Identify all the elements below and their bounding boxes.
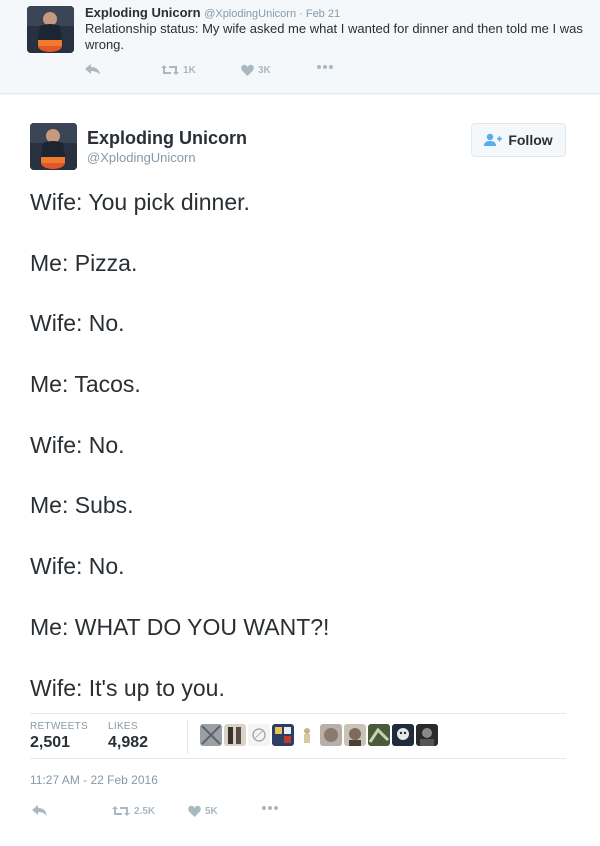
tweet-body: Wife: You pick dinner. Me: Pizza. Wife: … [30,187,575,733]
tweet-line: Wife: You pick dinner. [30,189,250,215]
retweet-button[interactable]: 2.5K [112,805,155,817]
retweet-count: 2.5K [134,805,156,817]
retweet-button[interactable]: 1K [161,64,196,76]
like-count: 5K [205,805,218,817]
tweet-line: Wife: No. [30,431,125,458]
more-icon [317,65,333,69]
author-meta: @XplodingUnicorn · Feb 21 [204,8,341,20]
author-name[interactable]: Exploding Unicorn [87,128,247,149]
avatar-image [30,123,77,170]
follow-button[interactable]: Follow [471,123,566,157]
retweets-value: 2,501 [30,734,71,751]
reply-button[interactable] [85,64,101,76]
likers-avatars [200,724,438,746]
tweet-line: Me: Subs. [30,492,134,519]
liker-avatar[interactable] [368,724,390,746]
liker-avatar-image [296,724,318,746]
like-button[interactable]: 3K [241,64,271,76]
like-button[interactable]: 5K [188,805,218,817]
liker-avatar[interactable] [344,724,366,746]
liker-avatar-image [200,724,222,746]
liker-avatar[interactable] [296,724,318,746]
liker-avatar[interactable] [392,724,414,746]
tweet-text: Relationship status: My wife asked me wh… [85,21,583,52]
tweet-line: Me: Tacos. [30,371,141,398]
likes-value: 4,982 [108,734,149,751]
avatar[interactable] [30,123,77,170]
previous-tweet[interactable]: Exploding Unicorn @XplodingUnicorn · Feb… [0,0,600,94]
more-icon [262,806,278,810]
tweet-line: Me: Pizza. [30,249,138,276]
tweet-line: Wife: No. [30,310,125,337]
heart-icon [188,805,201,817]
reply-button[interactable] [32,805,48,817]
retweet-icon [112,806,130,816]
add-user-icon [484,133,503,146]
liker-avatar-image [320,724,342,746]
more-button[interactable] [317,64,333,70]
author-handle[interactable]: @XplodingUnicorn [87,150,196,165]
liker-avatar-image [368,724,390,746]
like-count: 3K [258,64,271,76]
avatar-image [27,6,74,53]
more-button[interactable] [262,805,278,811]
liker-avatar-image [344,724,366,746]
liker-avatar[interactable] [320,724,342,746]
tweet-stats: RETWEETS 2,501 LIKES 4,982 [30,713,566,759]
likes-label: LIKES [108,721,138,732]
heart-icon [241,64,254,76]
reply-icon [32,805,47,816]
divider [187,720,188,754]
retweet-count: 1K [183,64,196,76]
liker-avatar[interactable] [416,724,438,746]
tweet-actions: 2.5K 5K [30,805,330,825]
reply-icon [85,64,100,75]
liker-avatar-image [392,724,414,746]
liker-avatar[interactable] [224,724,246,746]
liker-avatar-image [224,724,246,746]
likes-stat[interactable]: LIKES 4,982 [108,721,148,752]
retweets-label: RETWEETS [30,721,88,732]
follow-label: Follow [508,132,553,148]
tweet-line: Wife: No. [30,553,125,580]
retweet-icon [161,65,179,75]
tweet-timestamp[interactable]: 11:27 AM - 22 Feb 2016 [30,773,158,787]
liker-avatar[interactable] [272,724,294,746]
tweet-line: Me: WHAT DO YOU WANT?! [30,613,330,640]
avatar[interactable] [27,6,74,53]
author-name[interactable]: Exploding Unicorn [85,5,201,20]
liker-avatar-image [248,724,270,746]
liker-avatar[interactable] [200,724,222,746]
expanded-tweet: Exploding Unicorn @XplodingUnicorn Follo… [0,95,600,846]
liker-avatar[interactable] [248,724,270,746]
tweet-line: Wife: It's up to you. [30,674,225,701]
liker-avatar-image [416,724,438,746]
retweets-stat[interactable]: RETWEETS 2,501 [30,721,88,752]
liker-avatar-image [272,724,294,746]
